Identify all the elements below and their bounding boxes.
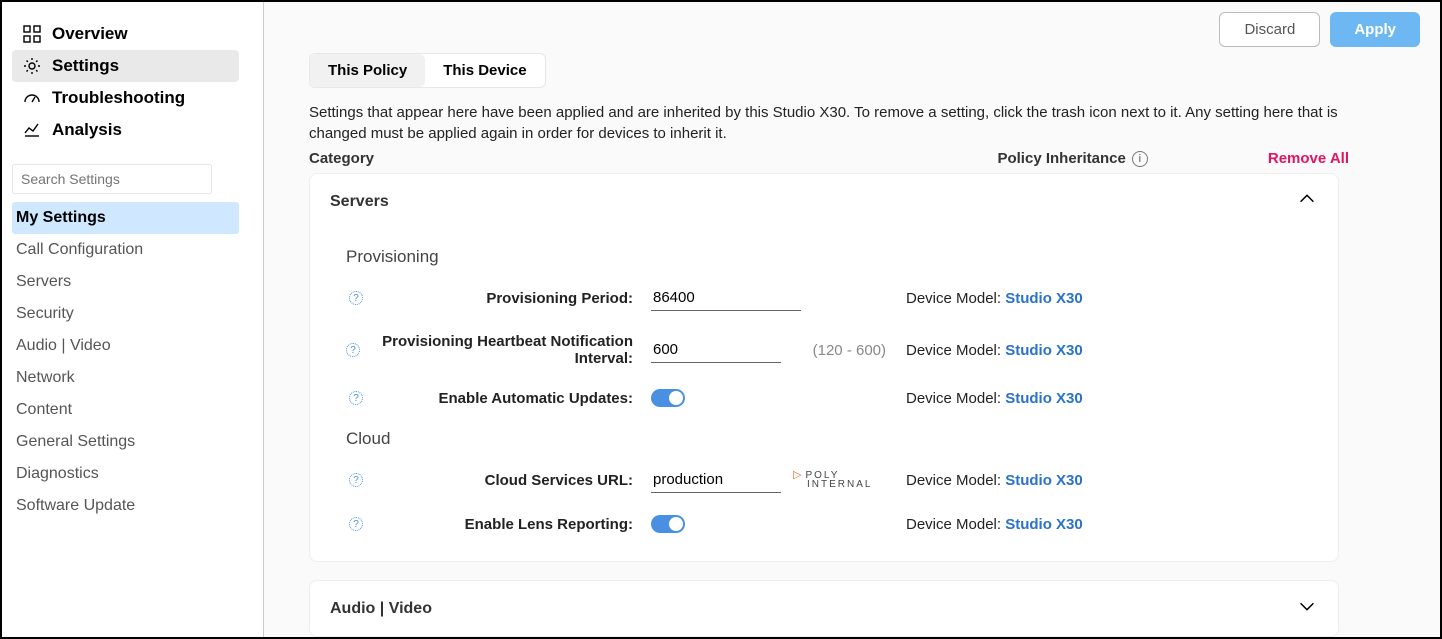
model-link[interactable]: Studio X30 — [1005, 390, 1083, 407]
subnav-content[interactable]: Content — [12, 394, 239, 426]
model-info: Device Model: Studio X30 — [906, 290, 1083, 307]
gear-icon — [22, 56, 42, 76]
poly-text-bottom: INTERNAL — [807, 480, 872, 489]
scope-tabs: This Policy This Device — [309, 53, 546, 88]
table-header-row: Category Policy Inheritance i Remove All — [309, 150, 1349, 167]
panel-servers: Servers Provisioning ? Provisioning Peri… — [309, 173, 1339, 562]
nav-overview[interactable]: Overview — [12, 18, 239, 50]
toggle-lens-reporting[interactable] — [651, 515, 685, 533]
panel-servers-title: Servers — [330, 193, 389, 211]
row-cloud-url: ? Cloud Services URL: ▷POLY INTERNAL Dev… — [346, 467, 1318, 493]
heartbeat-hint: (120 - 600) — [813, 342, 886, 359]
model-prefix: Device Model: — [906, 390, 1005, 407]
subnav-label: General Settings — [16, 433, 135, 450]
gauge-icon — [22, 88, 42, 108]
model-info: Device Model: Studio X30 — [906, 342, 1083, 359]
nav-troubleshooting[interactable]: Troubleshooting — [12, 82, 239, 114]
panel-audio-video-title: Audio | Video — [330, 600, 432, 618]
panel-audio-video: Audio | Video — [309, 580, 1339, 637]
row-heartbeat-interval: ? Provisioning Heartbeat Notification In… — [346, 333, 1318, 367]
subnav-label: My Settings — [16, 209, 106, 226]
tab-this-device[interactable]: This Device — [425, 54, 544, 87]
input-provisioning-period[interactable] — [651, 285, 801, 311]
subnav-call-configuration[interactable]: Call Configuration — [12, 234, 239, 266]
subnav-my-settings[interactable]: My Settings — [12, 202, 239, 234]
model-info: Device Model: Studio X30 — [906, 516, 1083, 533]
subnav-security[interactable]: Security — [12, 298, 239, 330]
subnav-servers[interactable]: Servers — [12, 266, 239, 298]
apply-button[interactable]: Apply — [1330, 12, 1420, 47]
nav-settings[interactable]: Settings — [12, 50, 239, 82]
action-bar: Discard Apply — [264, 2, 1440, 53]
sidebar: Overview Settings Troubleshooting Analys… — [2, 2, 264, 637]
search-settings-input[interactable] — [12, 164, 212, 194]
row-provisioning-period: ? Provisioning Period: Device Model: Stu… — [346, 285, 1318, 311]
row-lens-reporting: ? Enable Lens Reporting: Device Model: S… — [346, 515, 1318, 533]
help-icon[interactable]: ? — [349, 517, 363, 531]
grid-icon — [22, 24, 42, 44]
model-info: Device Model: Studio X30 — [906, 472, 1083, 489]
remove-all-link[interactable]: Remove All — [1268, 150, 1349, 167]
nav-analysis-label: Analysis — [52, 120, 122, 140]
model-link[interactable]: Studio X30 — [1005, 290, 1083, 307]
chevron-up-icon — [1296, 188, 1318, 215]
model-prefix: Device Model: — [906, 472, 1005, 489]
main-content: Discard Apply This Policy This Device Se… — [264, 2, 1440, 637]
label-lens-reporting: Enable Lens Reporting: — [371, 516, 651, 533]
model-prefix: Device Model: — [906, 290, 1005, 307]
subnav-audio-video[interactable]: Audio | Video — [12, 330, 239, 362]
model-prefix: Device Model: — [906, 516, 1005, 533]
panel-audio-video-header[interactable]: Audio | Video — [310, 581, 1338, 636]
poly-internal-badge: ▷POLY INTERNAL — [793, 471, 872, 490]
chevron-down-icon — [1296, 595, 1318, 622]
subnav-general-settings[interactable]: General Settings — [12, 426, 239, 458]
label-provisioning-period: Provisioning Period: — [371, 290, 651, 307]
nav-troubleshooting-label: Troubleshooting — [52, 88, 185, 108]
model-prefix: Device Model: — [906, 342, 1005, 359]
label-auto-updates: Enable Automatic Updates: — [371, 390, 651, 407]
subnav-diagnostics[interactable]: Diagnostics — [12, 458, 239, 490]
help-icon[interactable]: ? — [346, 343, 360, 357]
subnav-label: Content — [16, 401, 72, 418]
model-info: Device Model: Studio X30 — [906, 390, 1083, 407]
input-cloud-url[interactable] — [651, 467, 781, 493]
subnav-network[interactable]: Network — [12, 362, 239, 394]
subnav-label: Audio | Video — [16, 337, 111, 354]
row-auto-updates: ? Enable Automatic Updates: Device Model… — [346, 389, 1318, 407]
subsection-provisioning-title: Provisioning — [346, 247, 1318, 267]
help-icon[interactable]: ? — [349, 391, 363, 405]
nav-settings-label: Settings — [52, 56, 119, 76]
triangle-icon: ▷ — [793, 471, 801, 481]
discard-button[interactable]: Discard — [1219, 12, 1320, 47]
info-icon[interactable]: i — [1132, 151, 1148, 167]
label-heartbeat-interval: Provisioning Heartbeat Notification Inte… — [368, 333, 651, 367]
header-category: Category — [309, 150, 374, 167]
subnav-label: Servers — [16, 273, 71, 290]
model-link[interactable]: Studio X30 — [1005, 342, 1083, 359]
model-link[interactable]: Studio X30 — [1005, 516, 1083, 533]
model-link[interactable]: Studio X30 — [1005, 472, 1083, 489]
settings-description: Settings that appear here have been appl… — [309, 102, 1349, 144]
sidebar-primary-nav: Overview Settings Troubleshooting Analys… — [12, 18, 239, 146]
toggle-auto-updates[interactable] — [651, 389, 685, 407]
panel-servers-header[interactable]: Servers — [310, 174, 1338, 229]
subnav-label: Security — [16, 305, 74, 322]
header-policy-inheritance: Policy Inheritance — [997, 150, 1125, 167]
subnav-label: Call Configuration — [16, 241, 143, 258]
help-icon[interactable]: ? — [349, 473, 363, 487]
subnav-label: Network — [16, 369, 75, 386]
subnav-label: Software Update — [16, 497, 135, 514]
nav-overview-label: Overview — [52, 24, 128, 44]
subnav-software-update[interactable]: Software Update — [12, 490, 239, 522]
nav-analysis[interactable]: Analysis — [12, 114, 239, 146]
input-heartbeat-interval[interactable] — [651, 337, 781, 363]
label-cloud-url: Cloud Services URL: — [371, 472, 651, 489]
subsection-cloud-title: Cloud — [346, 429, 1318, 449]
help-icon[interactable]: ? — [349, 291, 363, 305]
subnav-label: Diagnostics — [16, 465, 99, 482]
tab-this-policy[interactable]: This Policy — [310, 54, 425, 87]
sidebar-sub-nav: My Settings Call Configuration Servers S… — [12, 202, 239, 522]
chart-line-icon — [22, 120, 42, 140]
